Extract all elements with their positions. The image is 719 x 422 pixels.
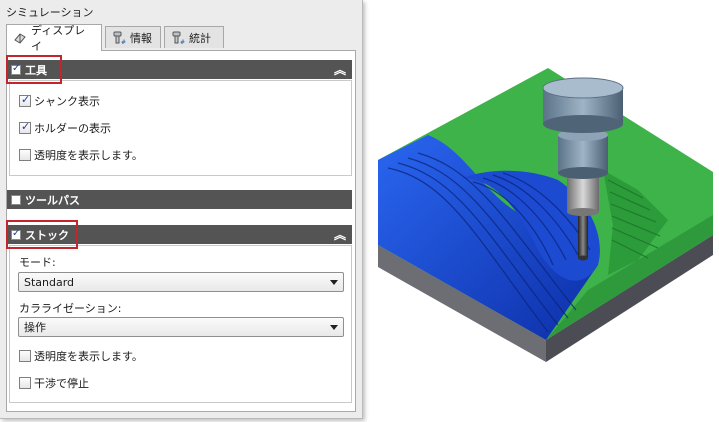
toolpath-section-label: ツールパス <box>25 193 80 207</box>
tab-display-label: ディスプレイ <box>31 24 86 53</box>
tab-display[interactable]: ディスプレイ <box>6 24 102 53</box>
toolpath-section-header[interactable]: ツールパス <box>7 190 352 209</box>
stock-transparency-checkbox[interactable] <box>19 350 31 362</box>
shank-display-checkbox[interactable] <box>19 93 31 107</box>
colorization-select-value: 操作 <box>24 321 46 334</box>
tool-stats-icon: # <box>171 31 185 46</box>
display-icon <box>13 31 27 45</box>
chevron-down-icon <box>330 325 338 330</box>
panel-title: シミュレーション <box>6 6 94 19</box>
mode-select-value: Standard <box>24 275 75 289</box>
stock-highlight-box <box>6 220 78 249</box>
toolpath-section-checkbox[interactable] <box>11 194 21 205</box>
mode-label: モード: <box>19 256 56 269</box>
chevron-down-icon <box>330 280 338 285</box>
stop-on-collision-checkbox[interactable] <box>19 377 31 389</box>
mode-select[interactable]: Standard <box>18 272 344 292</box>
stop-on-collision-option[interactable]: 干渉で停止 <box>19 375 89 391</box>
holder-display-label: ホルダーの表示 <box>34 122 111 135</box>
tool-bit <box>578 210 588 258</box>
tab-stats[interactable]: # 統計 <box>164 26 224 48</box>
stock-transparency-label: 透明度を表示します。 <box>34 350 143 363</box>
tool-info-icon: # <box>112 31 126 46</box>
tool-transparency-option[interactable]: 透明度を表示します。 <box>19 147 143 163</box>
tab-stats-label: 統計 <box>189 31 211 45</box>
colorization-select[interactable]: 操作 <box>18 317 344 337</box>
stock-transparency-option[interactable]: 透明度を表示します。 <box>19 348 143 364</box>
tool-transparency-checkbox[interactable] <box>19 149 31 161</box>
shank-display-option[interactable]: シャンク表示 <box>19 93 100 109</box>
tab-info[interactable]: # 情報 <box>105 26 161 48</box>
collapse-icon[interactable]: ︽ <box>334 226 346 243</box>
collapse-icon[interactable]: ︽ <box>334 61 346 78</box>
tool-highlight-box <box>6 55 62 84</box>
shank-display-label: シャンク表示 <box>34 95 100 108</box>
holder-display-checkbox[interactable] <box>19 120 31 134</box>
stop-on-collision-label: 干渉で停止 <box>34 377 89 390</box>
colorization-label: カラライゼーション: <box>19 302 122 315</box>
simulation-panel: シミュレーション ディスプレイ # 情報 # 統計 工具 ︽ シャンク <box>0 0 363 419</box>
holder-display-option[interactable]: ホルダーの表示 <box>19 120 111 136</box>
tool-transparency-label: 透明度を表示します。 <box>34 149 143 162</box>
simulation-render-image <box>378 68 713 362</box>
svg-text:#: # <box>121 39 126 45</box>
tab-info-label: 情報 <box>130 31 152 45</box>
svg-text:#: # <box>180 39 185 45</box>
